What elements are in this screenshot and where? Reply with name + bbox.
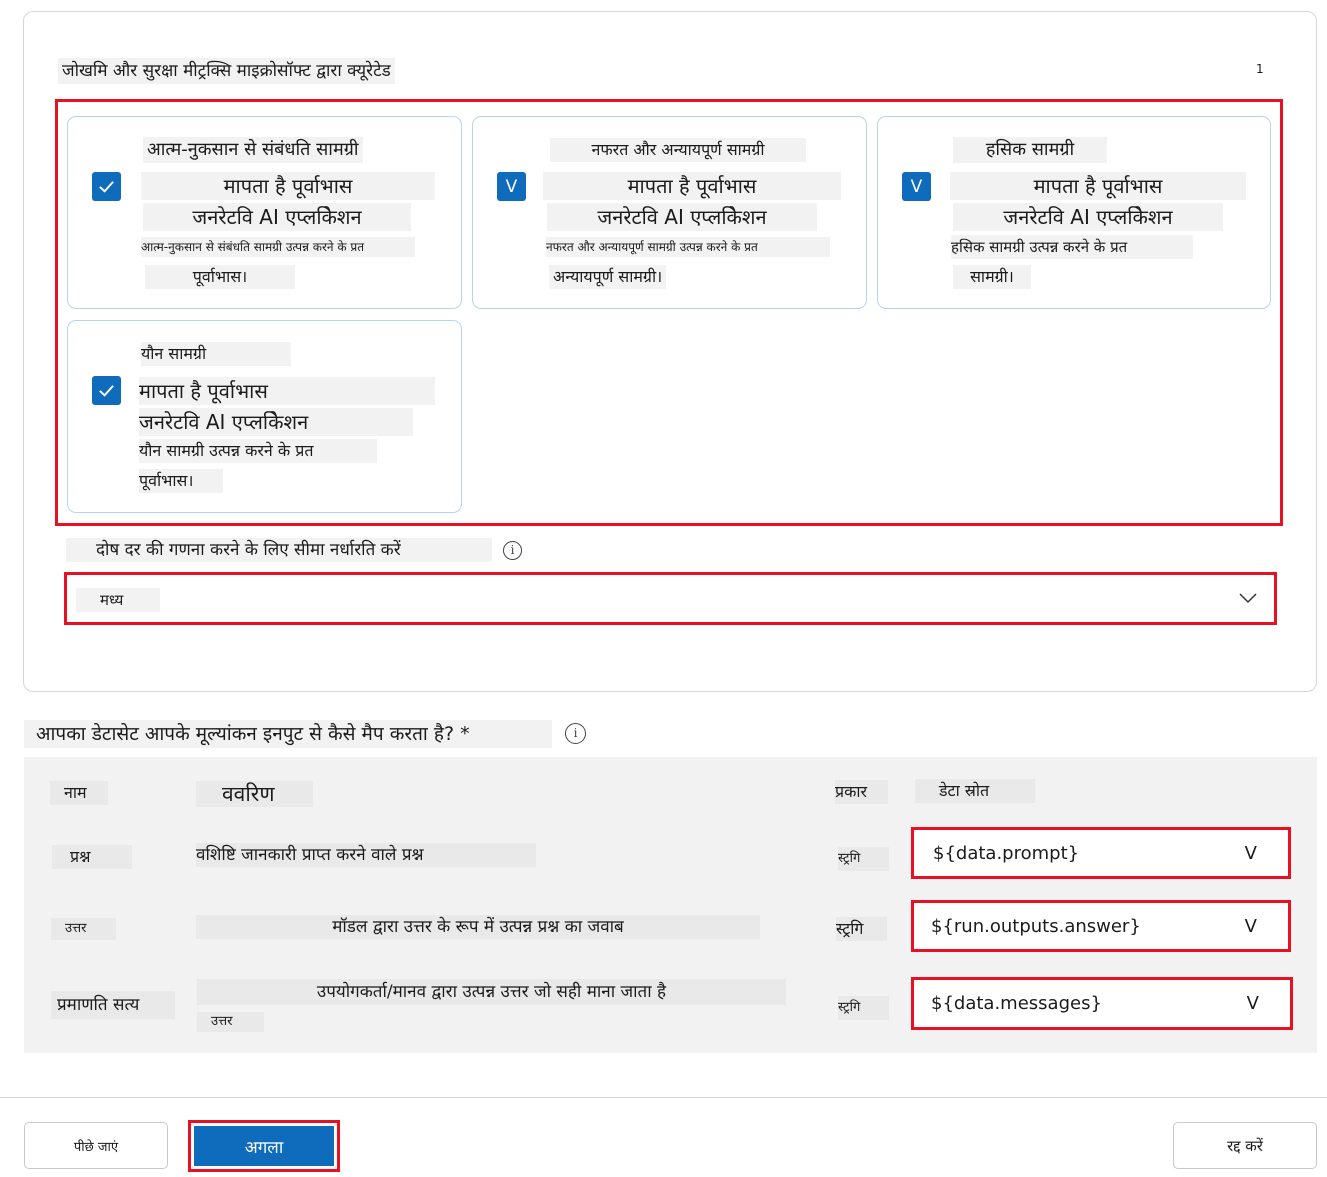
row-type: स्ट्रगि [838,996,889,1020]
metric-desc-line: नफरत और अन्यायपूर्ण सामग्री उत्पन्न करने… [546,237,830,257]
metric-desc-line: सामग्री। [953,265,1031,289]
selected-count: 1 [1256,62,1264,76]
metric-desc-line: हसिक सामग्री उत्पन्न करने के प्रत [951,235,1193,259]
check-v-icon: V [505,176,518,197]
data-source-select-inner[interactable]: ${data.messages} V [917,983,1287,1024]
metric-desc-line: मापता है पूर्वाभास [950,172,1246,200]
back-button[interactable]: पीछे जाएं [24,1122,168,1169]
check-v-icon: V [910,176,923,197]
row-type: स्ट्रगि [836,917,887,941]
checkmark-icon [99,181,114,193]
data-source-select-inner[interactable]: ${data.prompt} V [917,833,1285,873]
metric-checkbox-hate-unfairness[interactable]: V [497,172,526,201]
column-header-source: डेटा स्रोत [915,779,1035,803]
info-icon[interactable]: i [565,723,586,744]
cancel-button-label: रद्द करें [1227,1136,1263,1155]
metric-desc-line: जनरेटवि AI एप्लकिेशन [143,203,411,231]
back-button-label: पीछे जाएं [73,1139,119,1155]
column-header-description: ववरिण [196,781,313,807]
threshold-label: दोष दर की गणना करने के लिए सीमा नर्धारति… [66,538,492,562]
next-button[interactable]: अगला [194,1126,334,1166]
metric-title: यौन सामग्री [141,342,291,366]
metric-desc-line: यौन सामग्री उत्पन्न करने के प्रत [139,439,377,463]
row-description: वशिष्टि जानकारी प्राप्त करने वाले प्रश्न [196,843,536,867]
threshold-dropdown[interactable] [64,572,1277,625]
data-source-select-inner[interactable]: ${run.outputs.answer} V [917,906,1285,946]
cancel-button[interactable]: रद्द करें [1173,1122,1317,1169]
row-type: स्ट्रगि [838,847,889,871]
row-description: मॉडल द्वारा उत्तर के रूप में उत्पन्न प्र… [196,915,760,939]
metric-checkbox-sexual[interactable] [92,376,121,405]
metric-desc-line: मापता है पूर्वाभास [139,377,435,405]
row-description-continued: उत्तर [197,1012,264,1032]
metric-desc-line: जनरेटवि AI एप्लकिेशन [953,203,1223,231]
metric-desc-line: आत्म-नुकसान से संबंधति सामग्री उत्पन्न क… [141,237,415,257]
metric-title: आत्म-नुकसान से संबंधति सामग्री [143,137,363,163]
metrics-section-title: जोखमि और सुरक्षा मीट्रक्सि माइक्रोसॉफ्ट … [58,58,395,84]
row-name: प्रमाणति सत्य [51,991,175,1019]
metric-desc-line: मापता है पूर्वाभास [141,172,435,200]
chevron-down-icon [1239,593,1257,604]
row-name: प्रश्न [52,845,132,869]
column-header-type: प्रकार [835,780,888,804]
threshold-dropdown-value: मध्य [76,588,160,612]
metric-checkbox-self-harm[interactable] [92,172,121,201]
next-button-label: अगला [244,1137,284,1158]
row-description: उपयोगकर्ता/मानव द्वारा उत्पन्न उत्तर जो … [197,979,786,1005]
metric-title: नफरत और अन्यायपूर्ण सामग्री [550,138,806,162]
column-header-name: नाम [50,781,108,805]
metric-desc-line: जनरेटवि AI एप्लकिेशन [547,203,817,231]
metric-desc-line: जनरेटवि AI एप्लकिेशन [139,408,413,436]
metric-title: हसिक सामग्री [953,137,1107,163]
footer-divider [0,1097,1327,1098]
info-icon[interactable]: i [503,541,522,560]
data-source-value: ${data.messages} [931,993,1102,1014]
row-name: उत्तर [51,918,116,940]
metric-checkbox-violence[interactable]: V [902,172,931,201]
mapping-question: आपका डेटासेट आपके मूल्यांकन इनपुट से कैस… [24,720,552,748]
chevron-down-icon: V [1244,842,1257,864]
metric-desc-line: मापता है पूर्वाभास [543,172,841,200]
metric-desc-line: पूर्वाभास। [139,469,223,493]
metric-desc-line: पूर्वाभास। [145,265,295,289]
data-source-value: ${run.outputs.answer} [931,915,1141,937]
metric-desc-line: अन्यायपूर्ण सामग्री। [549,265,667,289]
chevron-down-icon: V [1244,915,1257,937]
checkmark-icon [99,385,114,397]
data-source-value: ${data.prompt} [933,842,1080,864]
chevron-down-icon: V [1246,993,1259,1014]
